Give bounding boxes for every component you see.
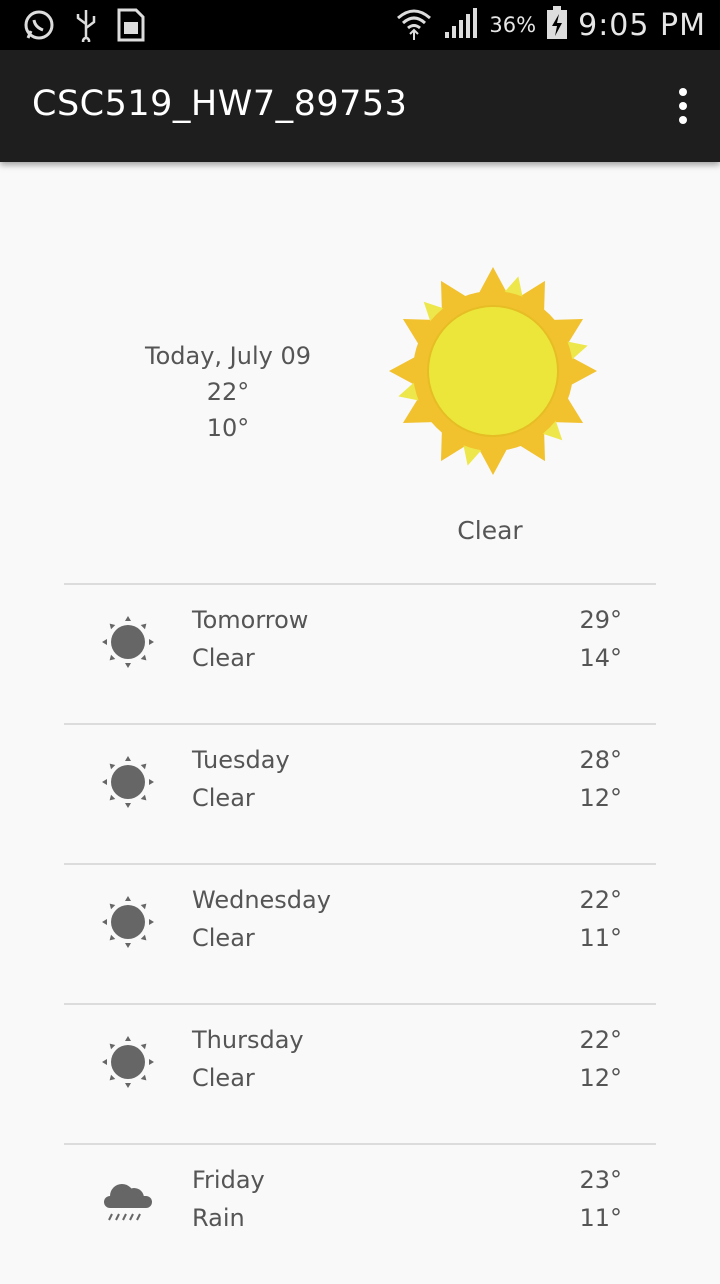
battery-charging-icon [546,6,568,44]
clear-icon [102,1036,154,1088]
forecast-low: 11° [579,1204,622,1232]
wifi-icon [395,6,433,44]
today-description: Clear [457,516,523,545]
forecast-low: 14° [579,644,622,672]
forecast-low: 12° [579,784,622,812]
forecast-high: 22° [579,1026,622,1054]
forecast-row[interactable]: Wednesday Clear 22° 11° [0,864,720,1004]
forecast-day: Thursday [192,1026,304,1054]
today-date: Today, July 09 [145,342,311,370]
forecast-low: 11° [579,924,622,952]
battery-percent: 36% [489,13,537,37]
forecast-high: 23° [579,1166,622,1194]
sun-icon [389,267,597,475]
clear-icon [102,756,154,808]
forecast-high: 29° [579,606,622,634]
rain-icon [104,1184,152,1221]
clear-icon [102,616,154,668]
forecast-high: 22° [579,886,622,914]
action-bar: CSC519_HW7_89753 [0,50,720,162]
overflow-dot-icon [679,88,687,96]
today-text-block: Today, July 09 22° 10° [128,338,328,446]
forecast-day: Wednesday [192,886,331,914]
clear-icon [102,896,154,948]
overflow-dot-icon [679,116,687,124]
today-high: 22° [206,378,250,406]
overflow-menu-button[interactable] [678,88,688,124]
forecast-row[interactable]: Thursday Clear 22° 12° [0,1004,720,1144]
signal-icon [443,6,479,44]
forecast-day: Tomorrow [192,606,309,634]
forecast-day: Friday [192,1166,265,1194]
overflow-dot-icon [679,102,687,110]
forecast-row[interactable]: Tuesday Clear 28° 12° [0,724,720,864]
forecast-description: Clear [192,924,255,952]
forecast-description: Rain [192,1204,245,1232]
app-title: CSC519_HW7_89753 [32,84,408,124]
forecast-row[interactable]: Friday Rain 23° 11° [0,1144,720,1284]
clock: 9:05 PM [578,7,706,43]
today-low: 10° [206,414,250,442]
forecast-low: 12° [579,1064,622,1092]
status-bar: 36% 9:05 PM [0,0,720,50]
forecast-high: 28° [579,746,622,774]
today-forecast[interactable]: Today, July 09 22° 10° [0,162,720,584]
whatsapp-icon [22,8,56,46]
forecast-description: Clear [192,784,255,812]
forecast-row[interactable]: Tomorrow Clear 29° 14° [0,584,720,724]
forecast-description: Clear [192,644,255,672]
usb-icon [74,8,98,46]
forecast-description: Clear [192,1064,255,1092]
sd-card-icon [116,8,146,46]
forecast-day: Tuesday [192,746,290,774]
